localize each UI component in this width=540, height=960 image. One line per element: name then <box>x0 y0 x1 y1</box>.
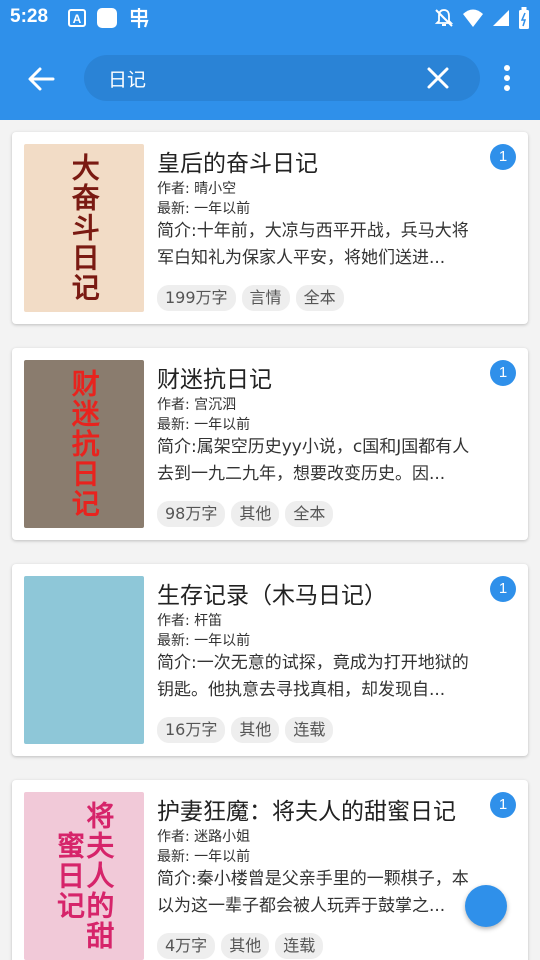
source-count-badge: 1 <box>490 144 516 170</box>
book-card[interactable]: 大奋斗日记 皇后的奋斗日记 作者: 晴小空 最新: 一年以前 简介:十年前，大凉… <box>12 132 528 324</box>
arrow-left-icon <box>28 67 55 91</box>
book-cover: 财迷抗日记 <box>24 360 144 528</box>
book-latest: 最新: 一年以前 <box>157 849 251 865</box>
tag-status: 连载 <box>275 933 324 959</box>
book-intro: 简介:属架空历史yy小说，c国和J国都有人去到一九二九年，想要改变历史。因... <box>157 437 470 484</box>
back-button[interactable] <box>24 62 58 96</box>
tag-word-count: 98万字 <box>157 501 226 527</box>
tag-category: 其他 <box>221 933 270 959</box>
book-card[interactable]: 将夫人的甜蜜日记 护妻狂魔：将夫人的甜蜜日记 作者: 迷路小姐 最新: 一年以前… <box>12 780 528 960</box>
book-title: 护妻狂魔：将夫人的甜蜜日记 <box>157 799 456 825</box>
tag-category: 言情 <box>241 285 290 311</box>
source-count-badge: 1 <box>490 360 516 386</box>
cover-title-art: 将夫人的甜蜜日记 <box>53 801 116 951</box>
book-latest: 最新: 一年以前 <box>157 417 251 433</box>
book-intro: 简介:一次无意的试探，竟成为打开地狱的钥匙。他执意去寻找真相，却发现自... <box>157 653 469 700</box>
search-box <box>84 55 480 101</box>
book-title: 皇后的奋斗日记 <box>157 151 318 177</box>
text-a-icon: A <box>68 9 86 31</box>
tag-word-count: 4万字 <box>157 933 216 959</box>
book-author: 作者: 迷路小姐 <box>157 829 251 845</box>
more-options-button[interactable] <box>496 63 518 93</box>
book-tags: 16万字 其他 连载 <box>157 717 334 743</box>
floating-action-button[interactable] <box>465 885 507 927</box>
book-card[interactable]: 生存记录（木马日记） 作者: 杆笛 最新: 一年以前 简介:一次无意的试探，竟成… <box>12 564 528 756</box>
book-title: 财迷抗日记 <box>157 367 272 393</box>
book-author: 作者: 杆笛 <box>157 613 223 629</box>
clear-search-button[interactable] <box>426 66 450 90</box>
wifi-icon <box>462 8 484 32</box>
book-tags: 98万字 其他 全本 <box>157 501 334 527</box>
book-author: 作者: 晴小空 <box>157 181 237 197</box>
tag-category: 其他 <box>231 717 280 743</box>
book-card[interactable]: 财迷抗日记 财迷抗日记 作者: 宫沉泗 最新: 一年以前 简介:属架空历史yy小… <box>12 348 528 540</box>
tag-status: 全本 <box>285 501 334 527</box>
tag-category: 其他 <box>231 501 280 527</box>
close-icon <box>427 67 449 89</box>
source-count-badge: 1 <box>490 576 516 602</box>
tag-word-count: 16万字 <box>157 717 226 743</box>
more-vert-icon <box>504 65 510 91</box>
book-author: 作者: 宫沉泗 <box>157 397 237 413</box>
tag-status: 全本 <box>295 285 344 311</box>
book-intro: 简介:十年前，大凉与西平开战，兵马大将军白知礼为保家人平安，将她们送进... <box>157 221 469 268</box>
status-time: 5:28 <box>10 6 49 27</box>
book-intro: 简介:秦小楼曾是父亲手里的一颗棋子，本以为这一辈子都会被人玩弄于鼓掌之... <box>157 869 469 916</box>
bug-icon <box>128 7 150 33</box>
book-tags: 4万字 其他 连载 <box>157 933 324 959</box>
notification-off-icon <box>434 8 454 32</box>
cover-title-art: 财迷抗日记 <box>67 369 101 519</box>
status-left-icons: A <box>68 7 150 33</box>
book-cover: 大奋斗日记 <box>24 144 144 312</box>
cover-title-art: 大奋斗日记 <box>67 153 101 303</box>
square-app-icon <box>96 7 118 33</box>
book-cover <box>24 576 144 744</box>
status-bar: 5:28 A <box>0 0 540 36</box>
book-latest: 最新: 一年以前 <box>157 633 251 649</box>
svg-text:A: A <box>73 12 82 26</box>
battery-icon <box>518 7 530 33</box>
search-toolbar <box>0 36 540 120</box>
cover-title-art <box>24 576 144 744</box>
book-tags: 199万字 言情 全本 <box>157 285 344 311</box>
tag-word-count: 199万字 <box>157 285 236 311</box>
status-right-icons <box>434 7 530 33</box>
source-count-badge: 1 <box>490 792 516 818</box>
search-input[interactable] <box>108 64 408 92</box>
book-cover: 将夫人的甜蜜日记 <box>24 792 144 960</box>
book-latest: 最新: 一年以前 <box>157 201 251 217</box>
book-title: 生存记录（木马日记） <box>157 583 387 609</box>
search-results-list: 大奋斗日记 皇后的奋斗日记 作者: 晴小空 最新: 一年以前 简介:十年前，大凉… <box>0 120 540 960</box>
signal-icon <box>492 9 510 31</box>
tag-status: 连载 <box>285 717 334 743</box>
